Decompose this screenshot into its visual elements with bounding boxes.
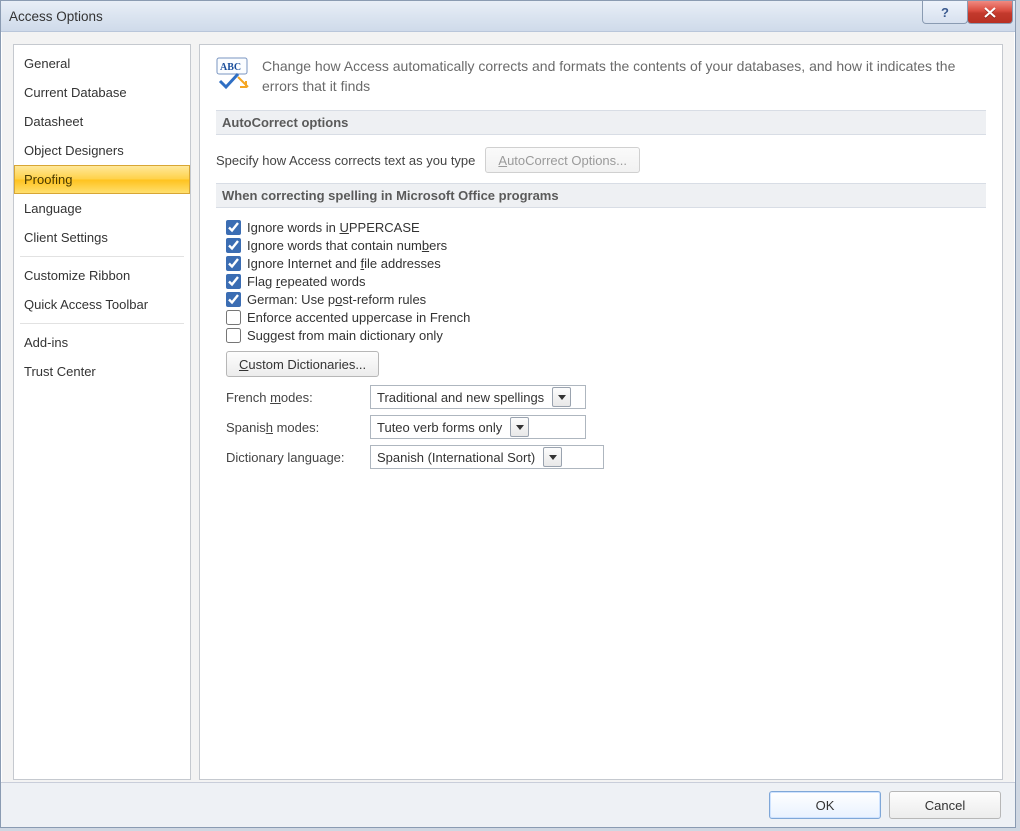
spelling-option-checkbox-2[interactable] [226, 256, 241, 271]
spelling-option-label: Ignore words that contain numbers [247, 238, 447, 253]
cancel-button[interactable]: Cancel [889, 791, 1001, 819]
section-spelling: When correcting spelling in Microsoft Of… [216, 183, 986, 208]
spelling-option-row: Ignore Internet and file addresses [226, 256, 986, 271]
autocorrect-label: Specify how Access corrects text as you … [216, 153, 475, 168]
access-options-dialog: Access Options ? General Current Database… [0, 0, 1016, 828]
spelling-option-row: Flag repeated words [226, 274, 986, 289]
sidebar-item-datasheet[interactable]: Datasheet [14, 107, 190, 136]
sidebar-item-label: Add-ins [24, 335, 68, 350]
help-icon: ? [941, 5, 949, 20]
french-modes-select[interactable]: Traditional and new spellings [370, 385, 586, 409]
sidebar-item-proofing[interactable]: Proofing [14, 165, 190, 194]
sidebar-item-label: Customize Ribbon [24, 268, 130, 283]
chevron-down-icon [552, 387, 571, 407]
dialog-footer: OK Cancel [1, 782, 1015, 827]
spelling-option-checkbox-0[interactable] [226, 220, 241, 235]
autocorrect-options-button[interactable]: AutoCorrect Options... [485, 147, 640, 173]
custom-dictionaries-button-label: Custom Dictionaries... [239, 357, 366, 372]
spelling-option-row: German: Use post-reform rules [226, 292, 986, 307]
main-panel: ABC Change how Access automatically corr… [199, 44, 1003, 780]
window-title: Access Options [9, 9, 103, 24]
sidebar-item-label: Client Settings [24, 230, 108, 245]
spelling-option-label: Ignore words in UPPERCASE [247, 220, 420, 235]
sidebar-separator [20, 256, 184, 257]
sidebar-item-trust-center[interactable]: Trust Center [14, 357, 190, 386]
sidebar-item-label: Trust Center [24, 364, 96, 379]
spelling-option-checkbox-6[interactable] [226, 328, 241, 343]
sidebar-item-label: Current Database [24, 85, 127, 100]
sidebar-item-label: Quick Access Toolbar [24, 297, 148, 312]
custom-dictionaries-button[interactable]: Custom Dictionaries... [226, 351, 379, 377]
spanish-modes-value: Tuteo verb forms only [377, 420, 502, 435]
chevron-down-icon [543, 447, 562, 467]
spanish-modes-select[interactable]: Tuteo verb forms only [370, 415, 586, 439]
ok-button-label: OK [816, 798, 835, 813]
sidebar-item-customize-ribbon[interactable]: Customize Ribbon [14, 261, 190, 290]
spelling-option-row: Enforce accented uppercase in French [226, 310, 986, 325]
svg-text:ABC: ABC [220, 62, 241, 73]
dictionary-language-select[interactable]: Spanish (International Sort) [370, 445, 604, 469]
section-autocorrect: AutoCorrect options [216, 110, 986, 135]
sidebar-item-label: General [24, 56, 70, 71]
sidebar-item-general[interactable]: General [14, 49, 190, 78]
spelling-option-row: Ignore words that contain numbers [226, 238, 986, 253]
spanish-modes-label: Spanish modes: [226, 420, 370, 435]
chevron-down-icon [510, 417, 529, 437]
sidebar-item-current-database[interactable]: Current Database [14, 78, 190, 107]
sidebar-separator [20, 323, 184, 324]
spelling-option-label: Flag repeated words [247, 274, 366, 289]
spelling-option-label: German: Use post-reform rules [247, 292, 426, 307]
spelling-option-checkbox-4[interactable] [226, 292, 241, 307]
sidebar-item-label: Language [24, 201, 82, 216]
cancel-button-label: Cancel [925, 798, 965, 813]
spelling-option-checkbox-3[interactable] [226, 274, 241, 289]
spelling-option-checkbox-1[interactable] [226, 238, 241, 253]
page-description: Change how Access automatically corrects… [262, 57, 986, 96]
spelling-option-label: Enforce accented uppercase in French [247, 310, 470, 325]
autocorrect-options-button-label: AutoCorrect Options... [498, 153, 627, 168]
close-icon [984, 7, 996, 18]
spelling-option-checkbox-5[interactable] [226, 310, 241, 325]
sidebar-item-quick-access-toolbar[interactable]: Quick Access Toolbar [14, 290, 190, 319]
sidebar-item-language[interactable]: Language [14, 194, 190, 223]
sidebar-item-client-settings[interactable]: Client Settings [14, 223, 190, 252]
proofing-icon: ABC [216, 57, 252, 91]
sidebar-item-label: Datasheet [24, 114, 83, 129]
spelling-option-row: Ignore words in UPPERCASE [226, 220, 986, 235]
dictionary-language-label: Dictionary language: [226, 450, 370, 465]
ok-button[interactable]: OK [769, 791, 881, 819]
close-button[interactable] [967, 1, 1013, 24]
sidebar-item-object-designers[interactable]: Object Designers [14, 136, 190, 165]
category-sidebar: General Current Database Datasheet Object D… [13, 44, 191, 780]
sidebar-item-label: Object Designers [24, 143, 124, 158]
spelling-option-label: Ignore Internet and file addresses [247, 256, 441, 271]
french-modes-label: French modes: [226, 390, 370, 405]
help-button[interactable]: ? [922, 1, 968, 24]
titlebar: Access Options ? [1, 1, 1015, 32]
sidebar-item-add-ins[interactable]: Add-ins [14, 328, 190, 357]
spelling-option-row: Suggest from main dictionary only [226, 328, 986, 343]
spelling-option-label: Suggest from main dictionary only [247, 328, 443, 343]
dictionary-language-value: Spanish (International Sort) [377, 450, 535, 465]
french-modes-value: Traditional and new spellings [377, 390, 544, 405]
sidebar-item-label: Proofing [24, 172, 72, 187]
